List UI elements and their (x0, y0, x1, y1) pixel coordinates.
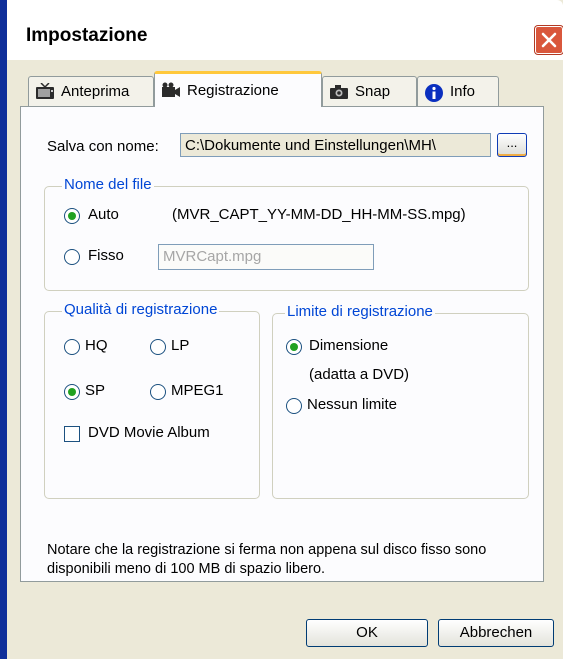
dvd-album-checkbox[interactable] (64, 426, 80, 442)
quality-hq-label: HQ (85, 337, 108, 354)
quality-lp-label: LP (171, 337, 190, 354)
filename-group-title: Nome del file (62, 176, 154, 193)
quality-sp-radio[interactable] (64, 384, 80, 400)
photo-camera-icon (329, 83, 349, 101)
window-title: Impostazione (26, 25, 148, 46)
close-button[interactable] (535, 26, 563, 54)
fixed-radio[interactable] (64, 249, 80, 265)
limit-size-sub: (adatta a DVD) (309, 366, 410, 383)
info-icon (424, 83, 444, 102)
tab-anteprima[interactable]: Anteprima (28, 76, 154, 106)
fixed-label: Fisso (88, 247, 124, 264)
camera-icon (161, 82, 181, 100)
tab-snap[interactable]: Snap (322, 76, 417, 106)
auto-pattern: (MVR_CAPT_YY-MM-DD_HH-MM-SS.mpg) (172, 206, 466, 223)
browse-button[interactable]: ... (497, 133, 527, 157)
window-border (0, 0, 7, 659)
tv-icon (35, 81, 55, 101)
quality-sp-label: SP (85, 382, 106, 399)
quality-hq-radio[interactable] (64, 339, 80, 355)
limit-none-label: Nessun limite (307, 396, 398, 413)
quality-group (44, 311, 260, 499)
ok-button[interactable]: OK (306, 619, 428, 647)
info-note: Notare che la registrazione si ferma non… (47, 542, 487, 577)
fixed-filename-field[interactable]: MVRCapt.mpg (158, 244, 374, 270)
dvd-album-label: DVD Movie Album (88, 424, 210, 441)
cancel-button[interactable]: Abbrechen (438, 619, 554, 647)
save-as-label: Salva con nome: (47, 138, 159, 155)
tab-label: Anteprima (61, 83, 130, 100)
quality-mpeg1-radio[interactable] (150, 384, 166, 400)
quality-group-title: Qualità di registrazione (62, 301, 220, 318)
save-path-field[interactable]: C:\Dokumente und Einstellungen\MH\ (180, 133, 491, 157)
tab-registrazione[interactable]: Registrazione (154, 71, 322, 107)
tab-label: Snap (355, 83, 391, 100)
tab-info[interactable]: Info (417, 76, 499, 106)
auto-radio[interactable] (64, 208, 80, 224)
tab-label: Info (450, 83, 476, 100)
tab-label: Registrazione (187, 82, 279, 99)
title-bar[interactable]: Impostazione (7, 0, 563, 60)
limit-size-radio[interactable] (286, 339, 302, 355)
auto-label: Auto (88, 206, 119, 223)
limit-group-title: Limite di registrazione (285, 303, 435, 320)
limit-size-label: Dimensione (309, 337, 389, 354)
settings-dialog: Impostazione Anteprima Registrazione Sna… (0, 0, 563, 659)
filename-group (44, 186, 529, 291)
quality-lp-radio[interactable] (150, 339, 166, 355)
quality-mpeg1-label: MPEG1 (171, 382, 224, 399)
limit-none-radio[interactable] (286, 398, 302, 414)
